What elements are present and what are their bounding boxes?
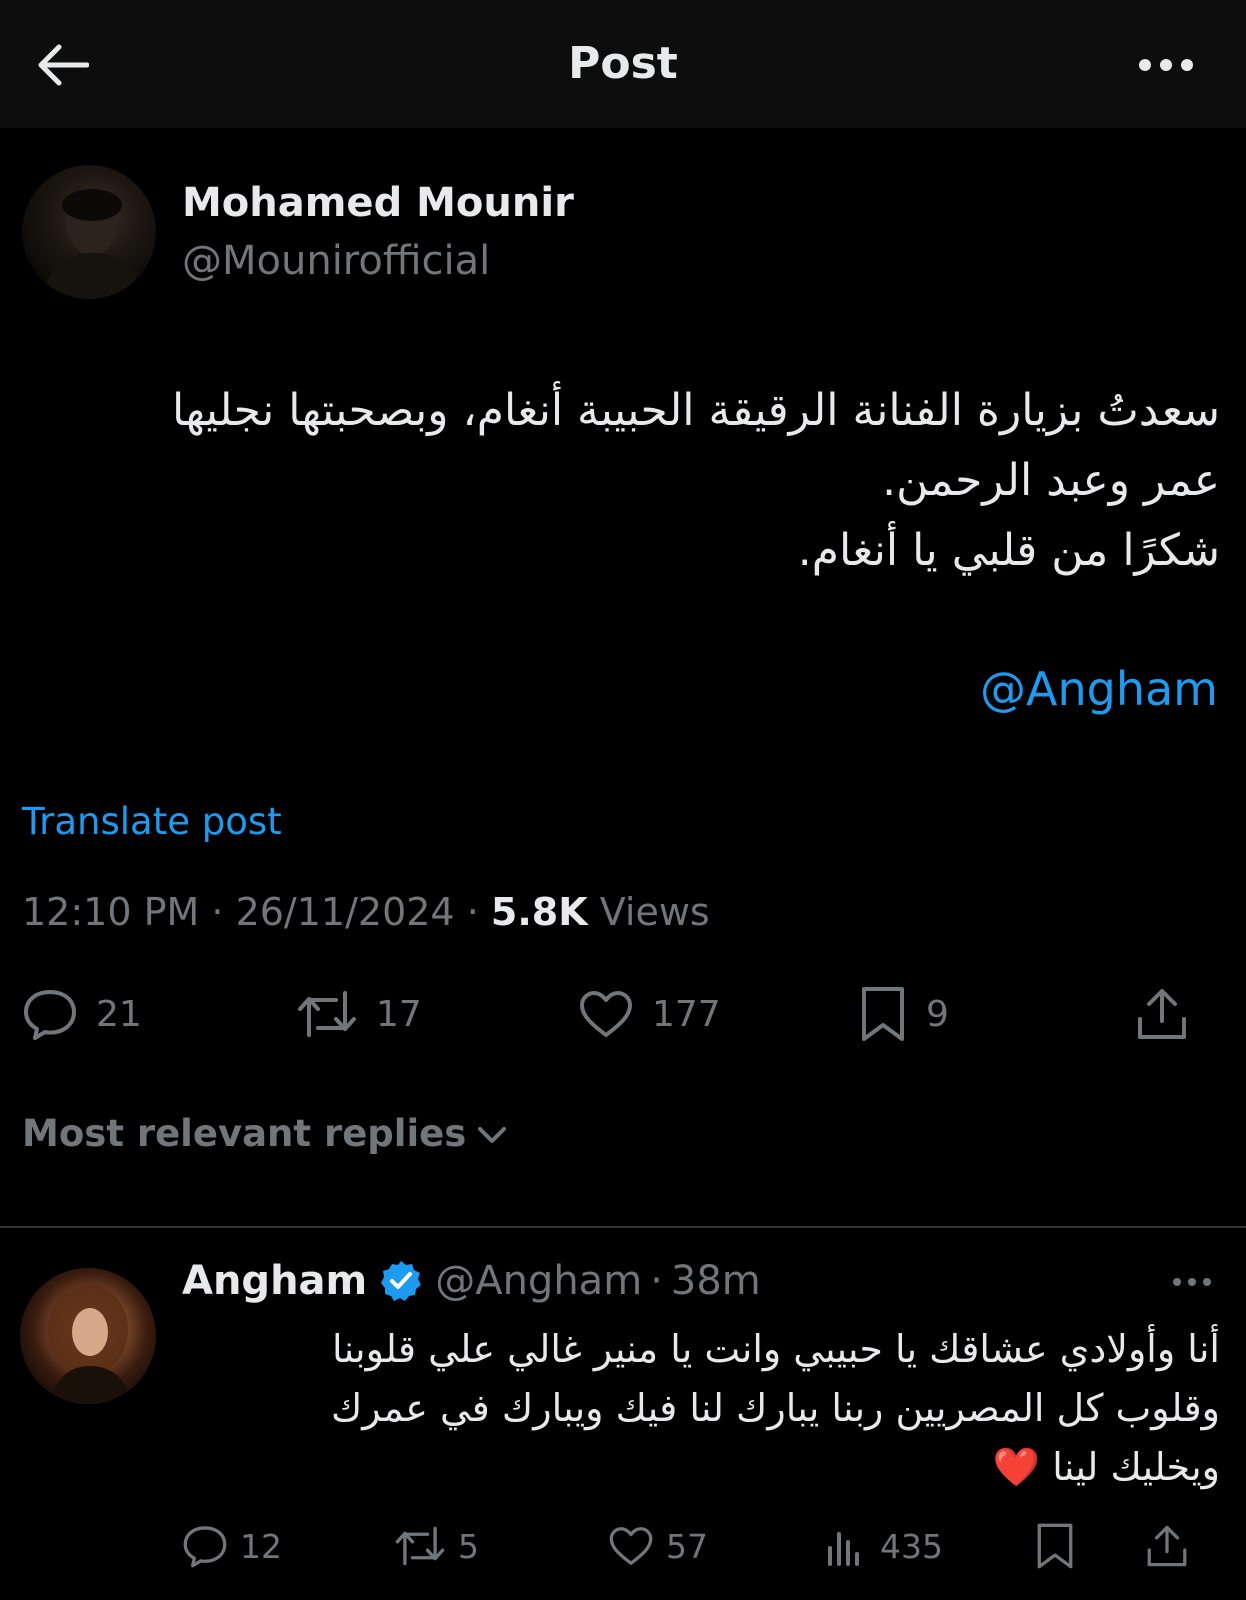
- repost-count: 17: [376, 993, 422, 1035]
- share-icon: [1138, 989, 1186, 1039]
- more-horizontal-icon: [1173, 1278, 1211, 1286]
- replies-sort-label: Most relevant replies: [22, 1112, 467, 1155]
- translate-post-link[interactable]: Translate post: [22, 800, 282, 843]
- like-count: 177: [652, 993, 721, 1035]
- reply-views-button[interactable]: 435: [824, 1518, 943, 1574]
- more-options-button[interactable]: [1136, 50, 1196, 80]
- post-meta: 12:10 PM · 26/11/2024 · 5.8K Views: [22, 890, 710, 934]
- reply-repost-button[interactable]: 5: [394, 1518, 479, 1574]
- page-title: Post: [568, 38, 678, 89]
- chevron-down-icon: [478, 1126, 507, 1143]
- share-button[interactable]: [1136, 982, 1188, 1046]
- top-bar: Post: [0, 0, 1246, 128]
- repost-icon: [298, 991, 356, 1037]
- reply-reply-count: 12: [240, 1526, 282, 1566]
- bookmark-icon: [862, 987, 904, 1041]
- reply-repost-count: 5: [458, 1526, 479, 1566]
- heart-icon: [609, 1527, 653, 1565]
- bookmark-icon: [1037, 1523, 1073, 1569]
- reply-header: Angham @Angham · 38m: [182, 1258, 761, 1304]
- verified-badge-icon: [379, 1259, 423, 1303]
- reply-text-line: أنا وأولادي عشاقك يا حبيبي وانت يا منير …: [332, 1327, 1220, 1371]
- author-handle[interactable]: @Mounirofficial: [182, 238, 490, 284]
- reply-author-handle[interactable]: @Angham: [435, 1258, 642, 1304]
- bookmark-count: 9: [926, 993, 949, 1035]
- meta-separator: ·: [211, 890, 224, 934]
- repost-button[interactable]: 17: [296, 982, 422, 1046]
- reply-share-button[interactable]: [1146, 1518, 1188, 1574]
- post-text-line: شكرًا من قلبي يا أنغام.: [797, 525, 1220, 576]
- post-text-line: عمر وعبد الرحمن.: [882, 455, 1220, 506]
- author-avatar[interactable]: [22, 165, 156, 299]
- reply-like-button[interactable]: 57: [608, 1518, 708, 1574]
- heart-icon: [580, 991, 632, 1037]
- reply-text: أنا وأولادي عشاقك يا حبيبي وانت يا منير …: [180, 1320, 1220, 1497]
- reply-text-line: ويخليك لينا ❤️: [180, 1438, 1220, 1497]
- like-button[interactable]: 177: [578, 982, 721, 1046]
- meta-separator: ·: [466, 890, 479, 934]
- mention-link[interactable]: @Angham: [980, 662, 1218, 716]
- avatar-image: [48, 1284, 132, 1404]
- reply-bookmark-button[interactable]: [1034, 1518, 1076, 1574]
- post-text: سعدتُ بزيارة الفنانة الرقيقة الحبيبة أنغ…: [22, 376, 1220, 586]
- reply-author-name[interactable]: Angham: [182, 1258, 367, 1304]
- reply-reply-button[interactable]: 12: [182, 1518, 282, 1574]
- reply-text-segment: ويخليك لينا: [1052, 1445, 1220, 1489]
- views-label: Views: [599, 890, 710, 934]
- heart-emoji: ❤️: [992, 1445, 1041, 1489]
- post-text-line: سعدتُ بزيارة الفنانة الرقيقة الحبيبة أنغ…: [172, 385, 1220, 436]
- post-time[interactable]: 12:10 PM: [22, 890, 199, 934]
- reply-views-count: 435: [880, 1526, 943, 1566]
- bookmark-button[interactable]: 9: [858, 982, 949, 1046]
- author-name[interactable]: Mohamed Mounir: [182, 180, 574, 226]
- comment-icon: [183, 1526, 227, 1568]
- reply-text-line: وقلوب كل المصريين ربنا يبارك لنا فيك ويب…: [330, 1386, 1220, 1430]
- meta-separator: ·: [650, 1258, 663, 1304]
- analytics-icon: [828, 1532, 859, 1566]
- reply-avatar[interactable]: [20, 1268, 156, 1404]
- more-horizontal-icon: [1139, 59, 1193, 71]
- reply-button[interactable]: 21: [22, 982, 142, 1046]
- views-count: 5.8K: [490, 890, 588, 934]
- reply-count: 21: [96, 993, 142, 1035]
- replies-sort-dropdown[interactable]: Most relevant replies: [22, 1112, 512, 1155]
- reply-more-button[interactable]: [1172, 1272, 1212, 1291]
- reply-time[interactable]: 38m: [671, 1258, 761, 1304]
- share-icon: [1147, 1525, 1187, 1567]
- repost-icon: [395, 1526, 445, 1566]
- post-date[interactable]: 26/11/2024: [236, 890, 455, 934]
- divider: [0, 1226, 1246, 1228]
- avatar-image: [42, 189, 144, 299]
- reply-like-count: 57: [666, 1526, 708, 1566]
- comment-icon: [24, 990, 76, 1040]
